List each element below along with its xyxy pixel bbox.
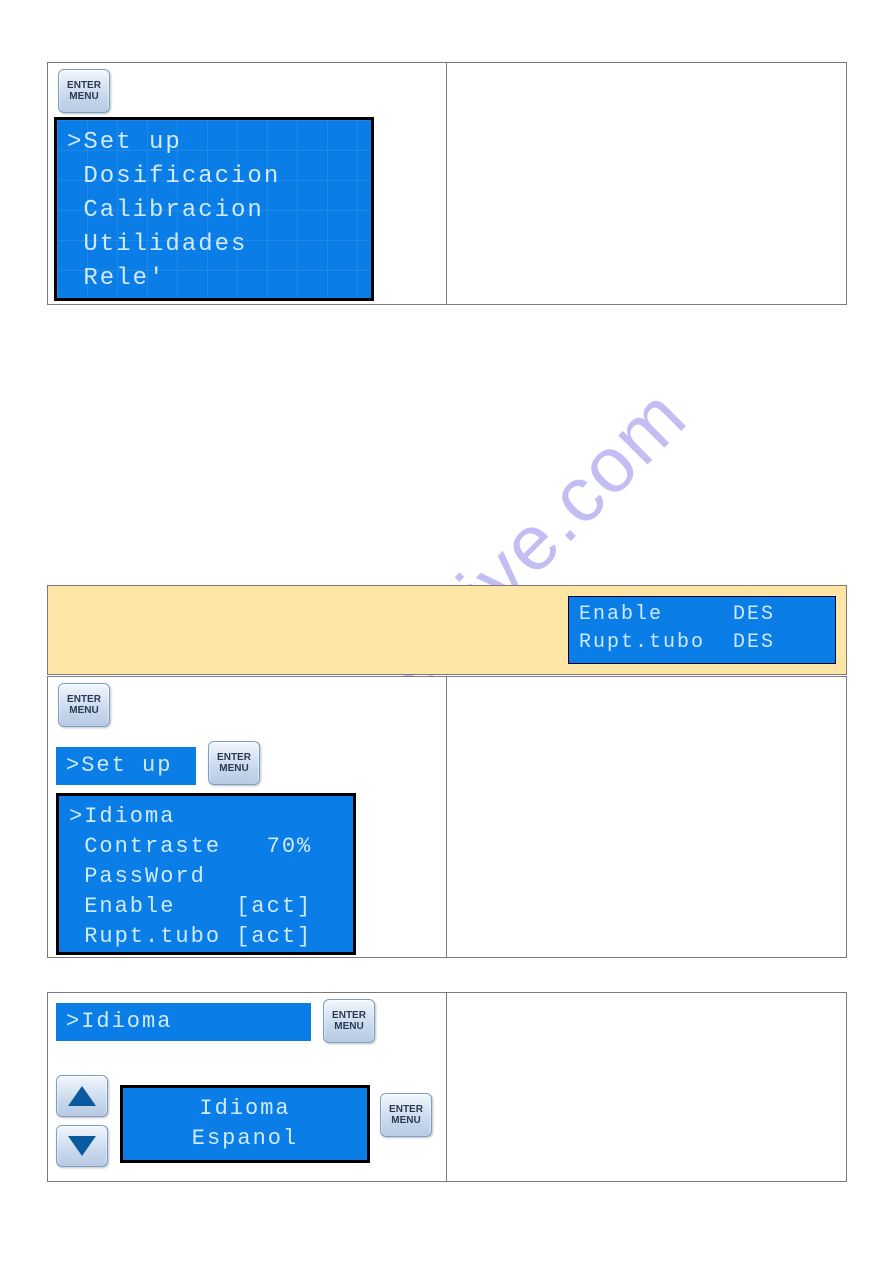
panel2-right xyxy=(447,677,846,957)
lcd-line: Calibracion xyxy=(67,194,361,228)
triangle-down-icon xyxy=(68,1136,96,1156)
panel3-left: >Idioma ENTER MENU Idioma Espanol ENTER … xyxy=(48,993,447,1181)
yellow-highlight-band: Enable DES Rupt.tubo DES xyxy=(47,585,847,675)
triangle-up-icon xyxy=(68,1086,96,1106)
enter-label-1: ENTER xyxy=(67,80,101,91)
enable-status-lcd: Enable DES Rupt.tubo DES xyxy=(568,596,836,664)
enter-label-2: MENU xyxy=(69,705,98,716)
lcd-line: >Idioma xyxy=(69,802,343,832)
enter-label-2: MENU xyxy=(334,1021,363,1032)
enter-menu-button[interactable]: ENTER MENU xyxy=(323,999,375,1043)
enter-label-1: ENTER xyxy=(217,752,251,763)
setup-submenu-lcd: >Idioma Contraste 70% PassWord Enable [a… xyxy=(56,793,356,955)
panel-row-2: ENTER MENU >Set up ENTER MENU >Idioma Co… xyxy=(47,676,847,958)
panel-row-1: ENTER MENU >Set up Dosificacion Calibrac… xyxy=(47,62,847,305)
lcd-line: Rele' xyxy=(67,262,361,296)
lcd-line: Rupt.tubo DES xyxy=(579,629,825,657)
setup-strip-lcd: >Set up xyxy=(56,747,196,785)
lcd-line: >Set up xyxy=(67,126,361,160)
lcd-line: Enable DES xyxy=(579,601,825,629)
panel-row-3: >Idioma ENTER MENU Idioma Espanol ENTER … xyxy=(47,992,847,1182)
enter-label-2: MENU xyxy=(219,763,248,774)
arrow-up-button[interactable] xyxy=(56,1075,108,1117)
enter-label-2: MENU xyxy=(391,1115,420,1126)
lcd-line: Idioma xyxy=(133,1094,357,1124)
lcd-line: Dosificacion xyxy=(67,160,361,194)
enter-label-1: ENTER xyxy=(332,1010,366,1021)
lcd-line: PassWord xyxy=(69,862,343,892)
lcd-line: Enable [act] xyxy=(69,892,343,922)
lcd-line: Espanol xyxy=(133,1124,357,1154)
enter-menu-button[interactable]: ENTER MENU xyxy=(58,69,110,113)
lcd-line: Utilidades xyxy=(67,228,361,262)
panel3-right xyxy=(447,993,846,1181)
enter-label-2: MENU xyxy=(69,91,98,102)
language-select-lcd: Idioma Espanol xyxy=(120,1085,370,1163)
panel1-left: ENTER MENU >Set up Dosificacion Calibrac… xyxy=(48,63,447,304)
lcd-line: >Idioma xyxy=(66,1007,172,1037)
enter-label-1: ENTER xyxy=(389,1104,423,1115)
enter-menu-button[interactable]: ENTER MENU xyxy=(208,741,260,785)
lcd-line: >Set up xyxy=(66,751,172,781)
panel1-right xyxy=(447,63,846,304)
lcd-line: Rupt.tubo [act] xyxy=(69,922,343,952)
enter-menu-button[interactable]: ENTER MENU xyxy=(380,1093,432,1137)
arrow-down-button[interactable] xyxy=(56,1125,108,1167)
idioma-strip-lcd: >Idioma xyxy=(56,1003,311,1041)
main-menu-lcd: >Set up Dosificacion Calibracion Utilida… xyxy=(54,117,374,301)
lcd-line: Contraste 70% xyxy=(69,832,343,862)
enter-menu-button[interactable]: ENTER MENU xyxy=(58,683,110,727)
panel2-left: ENTER MENU >Set up ENTER MENU >Idioma Co… xyxy=(48,677,447,957)
enter-label-1: ENTER xyxy=(67,694,101,705)
